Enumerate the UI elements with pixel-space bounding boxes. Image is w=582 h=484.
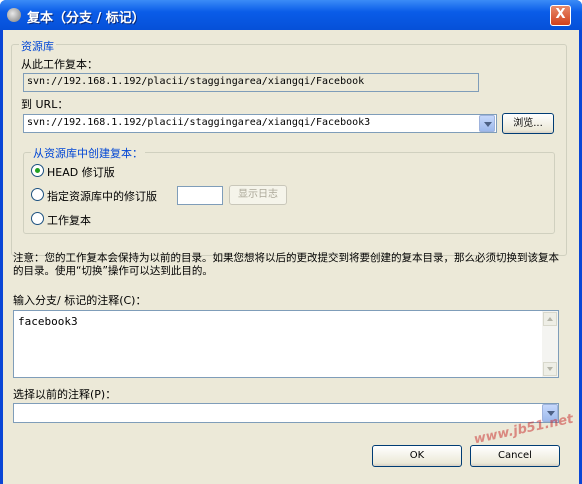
dialog-window: 复本（分支 / 标记） X 资源库 从此工作复本： svn://192.168.… — [0, 0, 582, 484]
from-label: 从此工作复本： — [21, 58, 98, 71]
revision-input[interactable] — [177, 186, 223, 205]
app-icon — [7, 8, 21, 22]
to-url-dropdown-icon[interactable] — [479, 115, 495, 132]
title-bar[interactable]: 复本（分支 / 标记） X — [0, 0, 582, 30]
repository-group-label: 资源库 — [19, 38, 56, 54]
specific-revision-radio[interactable] — [31, 188, 44, 201]
previous-comment-label: 选择以前的注释(P)： — [13, 388, 117, 401]
create-copy-group-label: 从资源库中创建复本： — [31, 145, 145, 161]
comment-textarea[interactable]: facebook3 — [13, 310, 559, 378]
cancel-button[interactable]: Cancel — [470, 445, 560, 467]
close-button[interactable]: X — [550, 5, 571, 26]
to-url-label: 到 URL： — [21, 98, 69, 111]
browse-button[interactable]: 浏览... — [502, 113, 554, 134]
from-path-field: svn://192.168.1.192/placii/staggingarea/… — [23, 73, 479, 92]
ok-button[interactable]: OK — [372, 445, 462, 467]
dialog-body: 资源库 从此工作复本： svn://192.168.1.192/placii/s… — [3, 30, 579, 484]
to-url-input[interactable]: svn://192.168.1.192/placii/staggingarea/… — [23, 114, 497, 133]
working-copy-radio[interactable] — [31, 212, 44, 225]
scroll-down-icon[interactable] — [543, 362, 557, 376]
window-title: 复本（分支 / 标记） — [27, 11, 145, 26]
show-log-button: 显示日志 — [229, 185, 287, 205]
note-text: 注意：您的工作复本会保持为以前的目录。如果您想将以后的更改提交到将要创建的复本目… — [13, 252, 559, 277]
comment-scrollbar[interactable] — [542, 311, 558, 377]
scroll-up-icon[interactable] — [543, 312, 557, 326]
previous-comment-select[interactable] — [13, 403, 559, 423]
head-revision-radio[interactable] — [31, 164, 44, 177]
specific-revision-label[interactable]: 指定资源库中的修订版 — [47, 188, 157, 204]
head-revision-label[interactable]: HEAD 修订版 — [47, 164, 115, 180]
working-copy-label[interactable]: 工作复本 — [47, 212, 91, 228]
comment-label: 输入分支/ 标记的注释(C)： — [13, 294, 147, 307]
